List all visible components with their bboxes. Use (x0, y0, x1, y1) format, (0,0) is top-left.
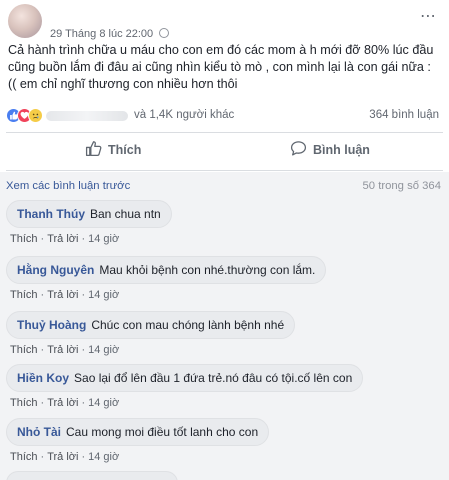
comment-reply-link[interactable]: Trả lời (47, 397, 78, 409)
comment-bubble[interactable]: Thuỷ Hoàng Chúc con mau chóng lành bệnh n… (6, 311, 296, 339)
comment-like-link[interactable]: Thích (10, 397, 38, 409)
comment-author[interactable]: Hiền Koy (17, 371, 69, 385)
comment-time[interactable]: 14 giờ (88, 344, 119, 356)
more-options-icon[interactable]: ⋯ (420, 6, 437, 26)
comment-text: Sao lại đổ lên đầu 1 đứa trẻ.nó đâu có t… (74, 371, 353, 385)
comment: Hiền Koy Sao lại đổ lên đầu 1 đứa trẻ.nó … (6, 364, 364, 409)
comment: Thuỷ Hoàng Chúc con mau chóng lành bệnh n… (6, 311, 296, 356)
comment-like-link[interactable]: Thích (10, 344, 38, 356)
comment-time[interactable]: 14 giờ (88, 233, 119, 245)
comment: Nhỏ Tài Cau mong moi điều tốt lanh cho co… (6, 418, 270, 463)
divider (6, 132, 443, 133)
comment-bubble[interactable]: Hiền Koy Sao lại đổ lên đầu 1 đứa trẻ.nó … (6, 364, 364, 392)
comment-text: Chúc con mau chóng lành bệnh nhé (91, 318, 285, 332)
comment-reply-link[interactable]: Trả lời (47, 233, 78, 245)
comment-actions: Thích · Trả lời · 14 giờ (10, 233, 120, 245)
comment-reply-link[interactable]: Trả lời (47, 344, 78, 356)
comment-icon (290, 141, 307, 156)
thumbs-up-icon (85, 141, 102, 157)
comment-count-link[interactable]: 364 bình luận (369, 109, 439, 121)
comment-actions: Thích · Trả lời · 14 giờ (10, 397, 120, 409)
sad-icon (28, 108, 43, 123)
view-previous-comments-link[interactable]: Xem các bình luận trước (6, 180, 130, 192)
comments-section: Xem các bình luận trước 50 trong số 364 … (0, 172, 449, 480)
comment-bubble[interactable]: Hằng Nguyên Mau khỏi bệnh con nhé.thường … (6, 256, 327, 284)
globe-icon (159, 28, 170, 38)
reactions-bar[interactable]: và 1,4K người khác 364 bình luận (6, 108, 443, 124)
comment-button[interactable]: Bình luận (290, 140, 370, 162)
comment: Hằng Nguyên Mau khỏi bệnh con nhé.thường … (6, 256, 327, 301)
comment-button-label: Bình luận (313, 143, 370, 157)
timestamp-text[interactable]: 29 Tháng 8 lúc 22:00 (50, 28, 153, 40)
divider (6, 170, 443, 171)
post-text: Cả hành trình chữa u máu cho con em đó c… (8, 43, 434, 91)
comment-text: Ban chua ntn (90, 207, 161, 221)
comment-reply-link[interactable]: Trả lời (47, 289, 78, 301)
comment-like-link[interactable]: Thích (10, 233, 38, 245)
comment-bubble-partial[interactable] (6, 471, 178, 480)
comment-like-link[interactable]: Thích (10, 289, 38, 301)
comment-time[interactable]: 14 giờ (88, 451, 119, 463)
comment-time[interactable]: 14 giờ (88, 289, 119, 301)
comment-author[interactable]: Thanh Thúy (17, 207, 85, 221)
comment-time[interactable]: 14 giờ (88, 397, 119, 409)
comment-bubble[interactable]: Thanh Thúy Ban chua ntn (6, 200, 172, 228)
like-button[interactable]: Thích (85, 140, 141, 162)
comment-actions: Thích · Trả lời · 14 giờ (10, 289, 120, 301)
comment-like-link[interactable]: Thích (10, 451, 38, 463)
comment-actions: Thích · Trả lời · 14 giờ (10, 451, 120, 463)
comment-author[interactable]: Thuỷ Hoàng (17, 318, 86, 332)
reactor-names-blurred (46, 111, 128, 121)
comment-text: Mau khỏi bệnh con nhé.thường con lắm. (99, 263, 316, 277)
comment-text: Cau mong moi điều tốt lanh cho con (66, 425, 259, 439)
comment-actions: Thích · Trả lời · 14 giờ (10, 344, 120, 356)
comments-count: 50 trong số 364 (362, 180, 441, 192)
reaction-others[interactable]: và 1,4K người khác (134, 109, 234, 121)
post-header: 29 Tháng 8 lúc 22:00 ⋯ (6, 2, 443, 42)
like-button-label: Thích (108, 143, 142, 157)
comment: Thanh Thúy Ban chua ntn Thích · Trả lời · 14 … (6, 200, 172, 245)
comment-bubble[interactable]: Nhỏ Tài Cau mong moi điều tốt lanh cho co… (6, 418, 270, 446)
comment-author[interactable]: Nhỏ Tài (17, 425, 61, 439)
avatar[interactable] (8, 4, 42, 38)
comment-reply-link[interactable]: Trả lời (47, 451, 78, 463)
post-timestamp[interactable]: 29 Tháng 8 lúc 22:00 (50, 28, 170, 40)
comment-author[interactable]: Hằng Nguyên (17, 263, 94, 277)
